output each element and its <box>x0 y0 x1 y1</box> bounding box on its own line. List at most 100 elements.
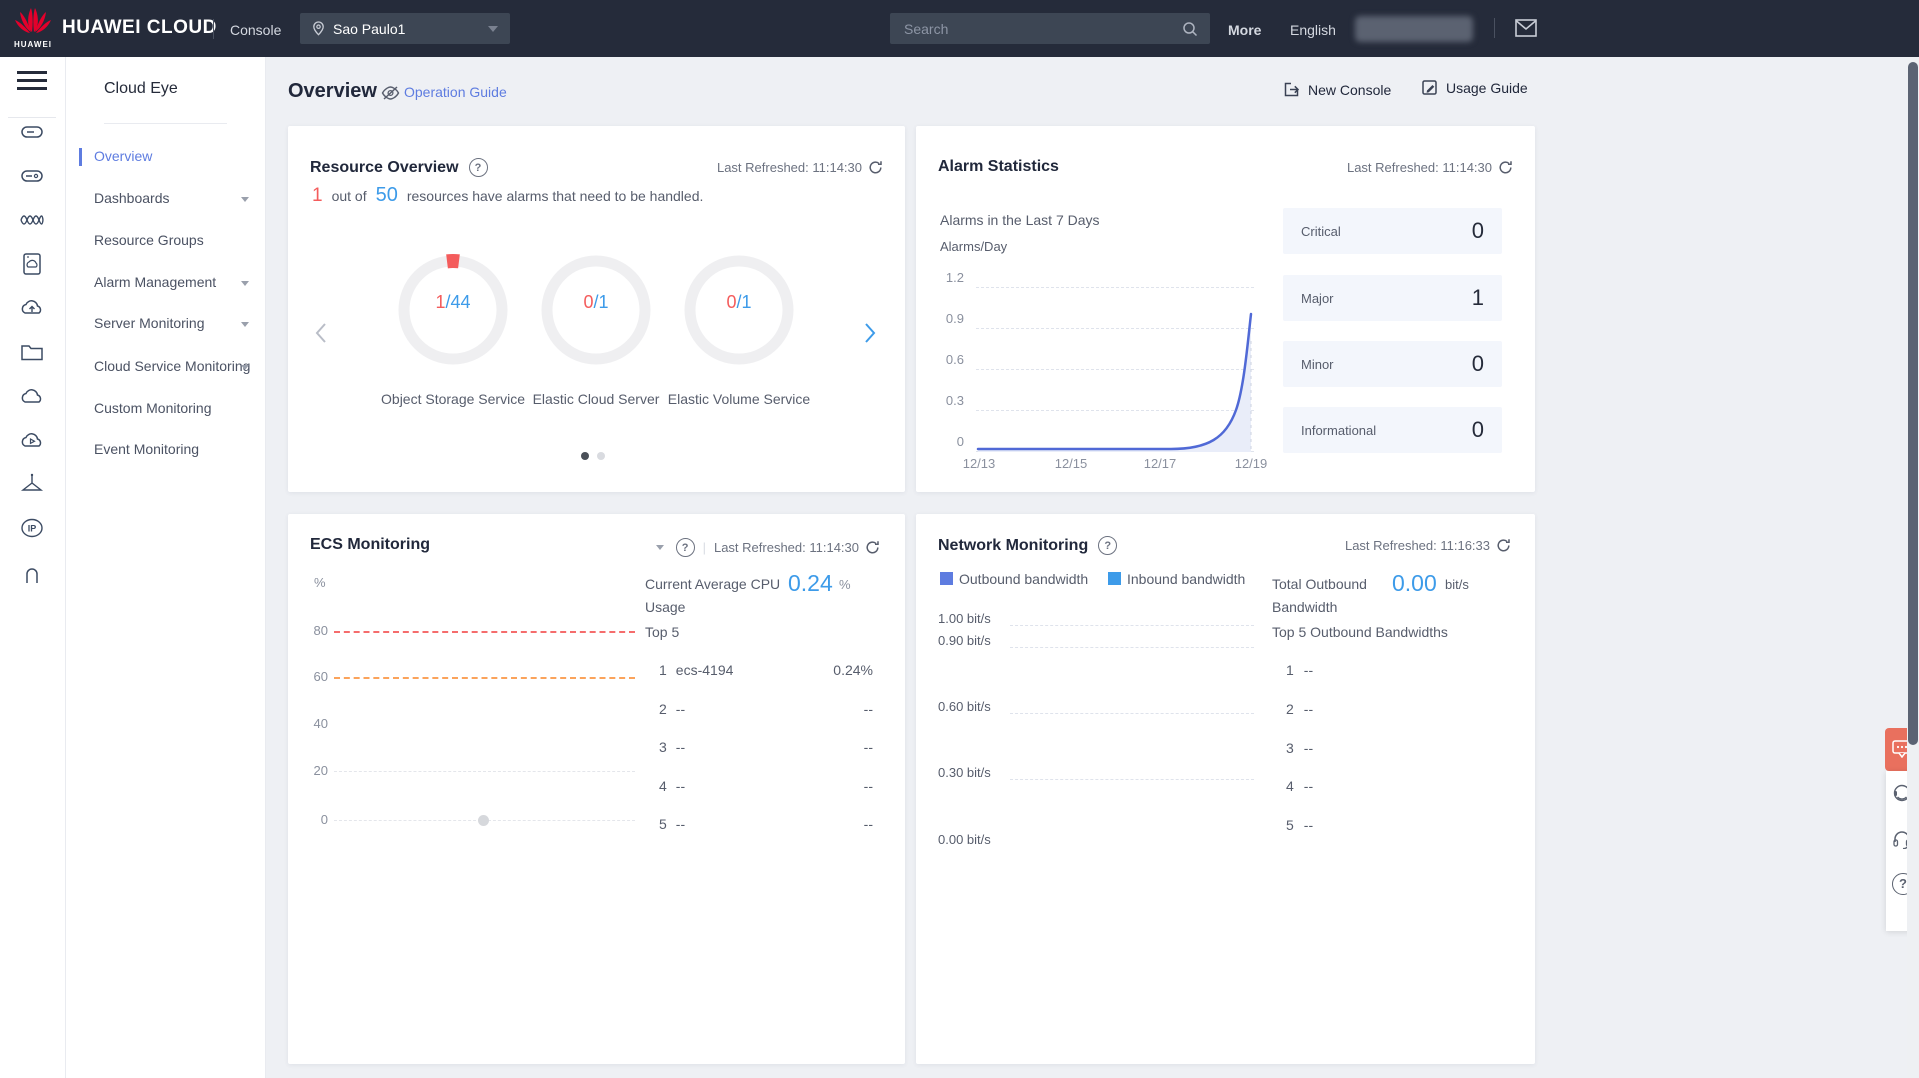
severity-label: Minor <box>1301 357 1334 372</box>
svg-text:IP: IP <box>28 524 37 534</box>
huawei-logo-text: HUAWEI <box>12 40 54 49</box>
scrollbar-track[interactable] <box>1907 57 1919 1078</box>
network-top5-row-4[interactable]: 4-- <box>1286 778 1313 794</box>
ecs-top5-row-4[interactable]: 4-- <box>659 778 685 794</box>
ecs-threshold-60 <box>334 677 635 679</box>
ecs-help-icon[interactable]: ? <box>676 538 695 557</box>
language-selector[interactable]: English <box>1290 22 1336 38</box>
net-ytick: 0.90 bit/s <box>938 633 991 648</box>
sidebar-item-event-monitoring[interactable]: Event Monitoring <box>94 441 199 457</box>
console-link[interactable]: Console <box>230 22 281 38</box>
alarm-ytick: 0 <box>916 434 964 449</box>
alarm-line-chart[interactable] <box>976 306 1254 456</box>
network-top5-row-5[interactable]: 5-- <box>1286 817 1313 833</box>
account-name-redacted[interactable] <box>1355 16 1473 42</box>
refresh-icon[interactable] <box>868 160 883 175</box>
alarm-xtick: 12/17 <box>1138 456 1182 471</box>
network-top5-row-1[interactable]: 1-- <box>1286 662 1313 678</box>
prism-icon[interactable] <box>19 471 45 497</box>
ip-icon[interactable]: IP <box>19 515 45 541</box>
cloud-upload-icon[interactable] <box>19 295 45 321</box>
legend-outbound[interactable]: Outbound bandwidth <box>940 571 1088 587</box>
ecs-dropdown-caret-icon[interactable] <box>656 545 664 550</box>
ecs-gridline <box>334 771 635 772</box>
alarm-y-axis-label: Alarms/Day <box>940 239 1007 254</box>
brand-title[interactable]: HUAWEI CLOUD <box>62 17 217 39</box>
search-icon[interactable] <box>1182 21 1198 37</box>
ecs-top5-row-3[interactable]: 3-- <box>659 739 685 755</box>
refresh-icon[interactable] <box>865 540 880 555</box>
sidebar-item-custom-monitoring[interactable]: Custom Monitoring <box>94 400 212 416</box>
ecs-top5-row-2[interactable]: 2-- <box>659 701 685 717</box>
more-menu[interactable]: More <box>1228 22 1261 38</box>
sidebar-item-cloud-service-monitoring[interactable]: Cloud Service Monitoring <box>94 358 250 374</box>
dashboards-caret-icon <box>241 197 249 202</box>
carousel-dot-active[interactable] <box>581 452 589 460</box>
ecs-top5-row-5[interactable]: 5-- <box>659 816 685 832</box>
resource-overview-help-icon[interactable]: ? <box>469 158 488 177</box>
severity-value: 0 <box>1472 417 1484 443</box>
severity-value: 0 <box>1472 218 1484 244</box>
user-icon[interactable] <box>19 560 45 586</box>
sidebar-item-dashboards[interactable]: Dashboards <box>94 190 170 206</box>
region-selector[interactable]: Sao Paulo1 <box>300 13 510 44</box>
severity-major[interactable]: Major 1 <box>1283 275 1502 321</box>
severity-informational[interactable]: Informational 0 <box>1283 407 1502 453</box>
resource-overview-last-refreshed: Last Refreshed: 11:14:30 <box>717 160 862 175</box>
alarm-ytick: 1.2 <box>916 270 964 285</box>
legend-inbound[interactable]: Inbound bandwidth <box>1108 571 1245 587</box>
server-config-icon[interactable] <box>19 163 45 189</box>
search-box[interactable]: Search <box>890 13 1210 44</box>
icon-rail: IP <box>0 57 66 1078</box>
huawei-flower-icon <box>12 6 54 40</box>
new-console-icon <box>1283 81 1300 98</box>
huawei-logo[interactable]: HUAWEI <box>12 6 54 51</box>
ecs-top5-label: Top 5 <box>645 624 679 640</box>
search-input[interactable]: Search <box>904 21 948 37</box>
outbound-legend-swatch <box>940 572 953 585</box>
cloud-icon[interactable] <box>19 383 45 409</box>
carousel-dot[interactable] <box>597 452 605 460</box>
carousel-prev-icon[interactable] <box>314 322 327 344</box>
cloud-play-icon[interactable] <box>19 427 45 453</box>
network-top5-row-3[interactable]: 3-- <box>1286 740 1313 756</box>
monitoring-waves-icon[interactable] <box>19 207 45 233</box>
severity-minor[interactable]: Minor 0 <box>1283 341 1502 387</box>
operation-guide-link[interactable]: Operation Guide <box>404 84 507 100</box>
carousel-next-icon[interactable] <box>864 322 877 344</box>
inbound-legend-swatch <box>1108 572 1121 585</box>
ecs-data-point[interactable] <box>478 815 489 826</box>
rail-divider <box>8 117 56 118</box>
resource-msg-suffix: resources have alarms that need to be ha… <box>407 188 704 204</box>
severity-label: Major <box>1301 291 1334 306</box>
net-ytick: 0.30 bit/s <box>938 765 991 780</box>
folder-icon[interactable] <box>19 339 45 365</box>
resource-overview-card: Resource Overview ? Last Refreshed: 11:1… <box>288 126 905 492</box>
sidebar-item-resource-groups[interactable]: Resource Groups <box>94 232 204 248</box>
server-icon[interactable] <box>19 119 45 145</box>
severity-value: 0 <box>1472 351 1484 377</box>
refresh-icon[interactable] <box>1496 538 1511 553</box>
network-top5-row-2[interactable]: 2-- <box>1286 701 1313 717</box>
cloud-service-monitoring-caret-icon <box>241 365 249 370</box>
hamburger-menu-icon[interactable] <box>17 71 47 93</box>
network-help-icon[interactable]: ? <box>1098 536 1117 555</box>
ecs-alarm-value: 0 <box>583 292 593 312</box>
notebook-cloud-icon[interactable] <box>19 251 45 277</box>
sidebar-item-overview[interactable]: Overview <box>94 148 152 164</box>
usage-guide-button[interactable]: Usage Guide <box>1421 79 1528 96</box>
new-console-button[interactable]: New Console <box>1283 81 1391 98</box>
scrollbar-thumb[interactable] <box>1908 62 1918 745</box>
mail-icon[interactable] <box>1515 19 1537 37</box>
new-console-label: New Console <box>1308 82 1391 98</box>
header-divider-2 <box>1494 18 1495 38</box>
refresh-icon[interactable] <box>1498 160 1513 175</box>
severity-label: Informational <box>1301 423 1376 438</box>
alarm-statistics-last-refreshed: Last Refreshed: 11:14:30 <box>1347 160 1492 175</box>
severity-value: 1 <box>1472 285 1484 311</box>
sidebar-item-server-monitoring[interactable]: Server Monitoring <box>94 315 205 331</box>
sidebar-item-alarm-management[interactable]: Alarm Management <box>94 274 216 290</box>
severity-critical[interactable]: Critical 0 <box>1283 208 1502 254</box>
ecs-top5-row-1[interactable]: 1ecs-4194 <box>659 662 733 678</box>
hide-guide-eye-icon[interactable] <box>381 85 400 101</box>
